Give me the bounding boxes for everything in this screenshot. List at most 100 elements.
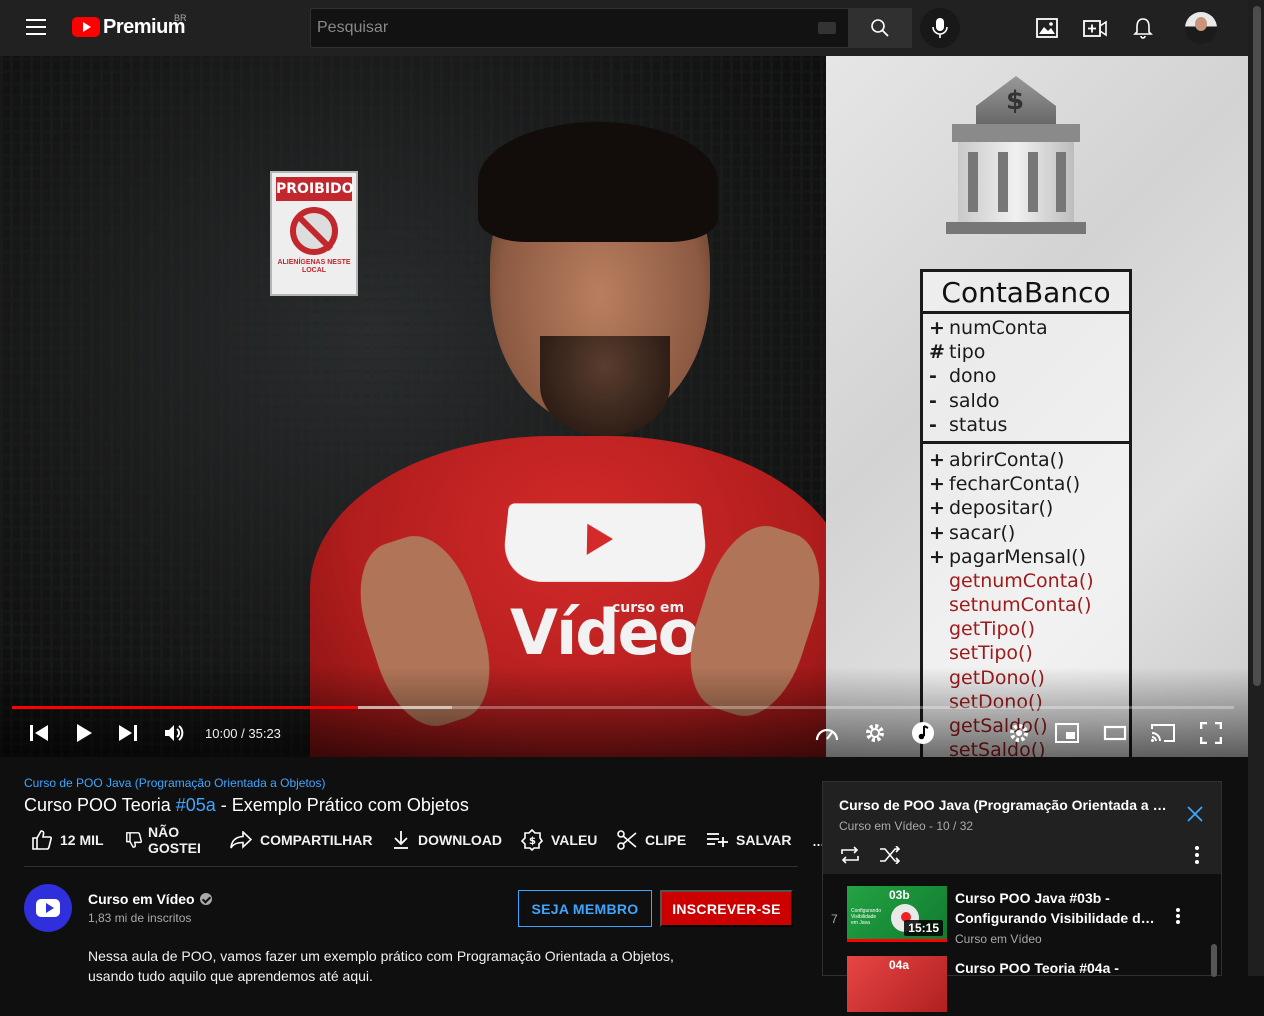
- sign-title: PROIBIDO: [276, 177, 354, 201]
- playlist-item-menu-icon[interactable]: [1173, 906, 1183, 926]
- channel-name[interactable]: Curso em Vídeo: [88, 891, 212, 907]
- like-count: 12 MIL: [60, 832, 104, 848]
- subscribe-button[interactable]: INSCREVER-SE: [660, 890, 793, 927]
- title-suffix: - Exemplo Prático com Objetos: [215, 795, 469, 815]
- page-scrollbar-thumb[interactable]: [1253, 6, 1261, 686]
- search-input[interactable]: [311, 9, 791, 47]
- uml-row: + sacar(): [929, 521, 1129, 545]
- save-label: SALVAR: [736, 832, 792, 848]
- uml-visibility: +: [929, 473, 945, 496]
- uml-visibility: #: [929, 341, 945, 364]
- search-button[interactable]: [848, 8, 912, 48]
- uml-row: + pagarMensal(): [929, 545, 1129, 569]
- thumbnail-number: 04a: [889, 958, 910, 972]
- youtube-logo-icon[interactable]: [72, 17, 100, 37]
- video-player[interactable]: PROIBIDO ALIENÍGENAS NESTE LOCAL Vídeo c…: [0, 56, 1248, 757]
- bank-icon: $: [946, 76, 1086, 236]
- title-hashtag[interactable]: #05a: [176, 795, 216, 815]
- playlist-item-thumbnail[interactable]: 04a: [847, 956, 947, 1012]
- uml-member-name: depositar(): [949, 497, 1054, 520]
- page-scrollbar[interactable]: [1248, 0, 1264, 976]
- logo-region: BR: [174, 13, 187, 23]
- description-line-2: usando tudo aquilo que aprendemos até aq…: [88, 968, 373, 984]
- loop-icon[interactable]: [839, 844, 861, 866]
- logo-text[interactable]: Premium: [103, 16, 186, 39]
- verified-check-icon: [199, 893, 212, 905]
- uml-visibility: +: [929, 448, 945, 471]
- playlist-item[interactable]: 7 03b Configurando Visibilidade em Java …: [823, 882, 1221, 946]
- create-video-icon[interactable]: [1083, 16, 1107, 40]
- download-button[interactable]: DOWNLOAD: [392, 822, 502, 858]
- playlist-title[interactable]: Curso de POO Java (Programação Orientada…: [839, 797, 1169, 813]
- thanks-label: VALEU: [551, 832, 598, 848]
- voice-search-button[interactable]: [920, 8, 960, 48]
- miniplayer-icon[interactable]: [1054, 720, 1080, 746]
- bell-icon[interactable]: [1131, 16, 1155, 40]
- channel-name-text[interactable]: Curso em Vídeo: [88, 891, 195, 907]
- progress-bar[interactable]: [12, 706, 1234, 709]
- clip-label: CLIPE: [645, 832, 687, 848]
- playlist-item-title-1: Curso POO Java #03b -: [955, 890, 1110, 906]
- like-button[interactable]: 12 MIL: [32, 822, 104, 858]
- thumbs-up-icon: [32, 830, 52, 850]
- volume-icon[interactable]: [162, 720, 188, 746]
- playlist-menu-icon[interactable]: [1186, 844, 1208, 866]
- uml-member-name: saldo: [949, 389, 1000, 412]
- uml-member-name: setTipo(): [949, 642, 1033, 665]
- channel-avatar[interactable]: [24, 884, 72, 932]
- uml-row: # tipo: [929, 340, 1129, 364]
- search-icon: [871, 19, 889, 37]
- speed-icon[interactable]: [814, 720, 840, 746]
- search-box: [310, 8, 849, 48]
- playlist-panel: Curso de POO Java (Programação Orientada…: [822, 781, 1222, 1012]
- music-icon[interactable]: [910, 720, 936, 746]
- uml-row: - status: [929, 413, 1129, 437]
- play-icon[interactable]: [71, 720, 97, 746]
- previous-icon[interactable]: [26, 720, 52, 746]
- avatar[interactable]: [1185, 12, 1217, 44]
- scissors-icon: [617, 830, 637, 850]
- video-description: Nessa aula de POO, vamos fazer um exempl…: [88, 946, 708, 986]
- share-label: COMPARTILHAR: [260, 832, 373, 848]
- uml-row: + numConta: [929, 316, 1129, 340]
- uml-row: getnumConta(): [929, 569, 1129, 593]
- next-icon[interactable]: [115, 720, 141, 746]
- no-aliens-icon: [290, 207, 338, 255]
- playlist-add-icon: [707, 833, 728, 847]
- uml-visibility: +: [929, 317, 945, 339]
- uml-visibility: +: [929, 545, 945, 568]
- presenter-beard: [540, 336, 670, 436]
- playlist-item[interactable]: 04a Curso POO Teoria #04a -: [823, 952, 1221, 1016]
- save-button[interactable]: SALVAR: [706, 822, 791, 858]
- playlist-link[interactable]: Curso de POO Java (Programação Orientada…: [24, 776, 325, 790]
- image-icon[interactable]: [1035, 16, 1059, 40]
- cast-icon[interactable]: [1150, 720, 1176, 746]
- download-icon: [394, 831, 408, 849]
- dislike-button[interactable]: NÃO GOSTEI: [126, 822, 201, 858]
- shirt-logo-icon: [500, 503, 710, 582]
- join-button[interactable]: SEJA MEMBRO: [518, 890, 652, 927]
- playlist-item-index: 7: [831, 912, 838, 926]
- playlist-item-thumbnail[interactable]: 03b Configurando Visibilidade em Java 15…: [847, 886, 947, 942]
- playlist-item-title[interactable]: Curso POO Teoria #04a -: [955, 958, 1155, 978]
- thumbnail-duration: 15:15: [904, 920, 943, 936]
- uml-visibility: +: [929, 521, 945, 544]
- shuffle-icon[interactable]: [879, 844, 901, 866]
- share-button[interactable]: COMPARTILHAR: [230, 822, 373, 858]
- settings-icon[interactable]: [1006, 720, 1032, 746]
- playlist-item-title-1: Curso POO Teoria #04a -: [955, 960, 1119, 976]
- theater-mode-icon[interactable]: [1102, 720, 1128, 746]
- dislike-label: NÃO GOSTEI: [148, 824, 201, 856]
- gear-icon[interactable]: [862, 720, 888, 746]
- clip-button[interactable]: CLIPE: [617, 822, 686, 858]
- hamburger-menu-icon[interactable]: [26, 19, 46, 37]
- fullscreen-icon[interactable]: [1198, 720, 1224, 746]
- uml-member-name: getnumConta(): [949, 569, 1094, 592]
- thumbs-down-icon: [126, 832, 142, 848]
- thanks-button[interactable]: $ VALEU: [521, 822, 597, 858]
- uml-row: - dono: [929, 364, 1129, 388]
- keyboard-icon[interactable]: [818, 22, 836, 34]
- playlist-scrollbar[interactable]: [1211, 944, 1217, 977]
- close-icon[interactable]: [1185, 804, 1205, 824]
- playlist-item-title[interactable]: Curso POO Java #03b - Configurando Visib…: [955, 888, 1155, 928]
